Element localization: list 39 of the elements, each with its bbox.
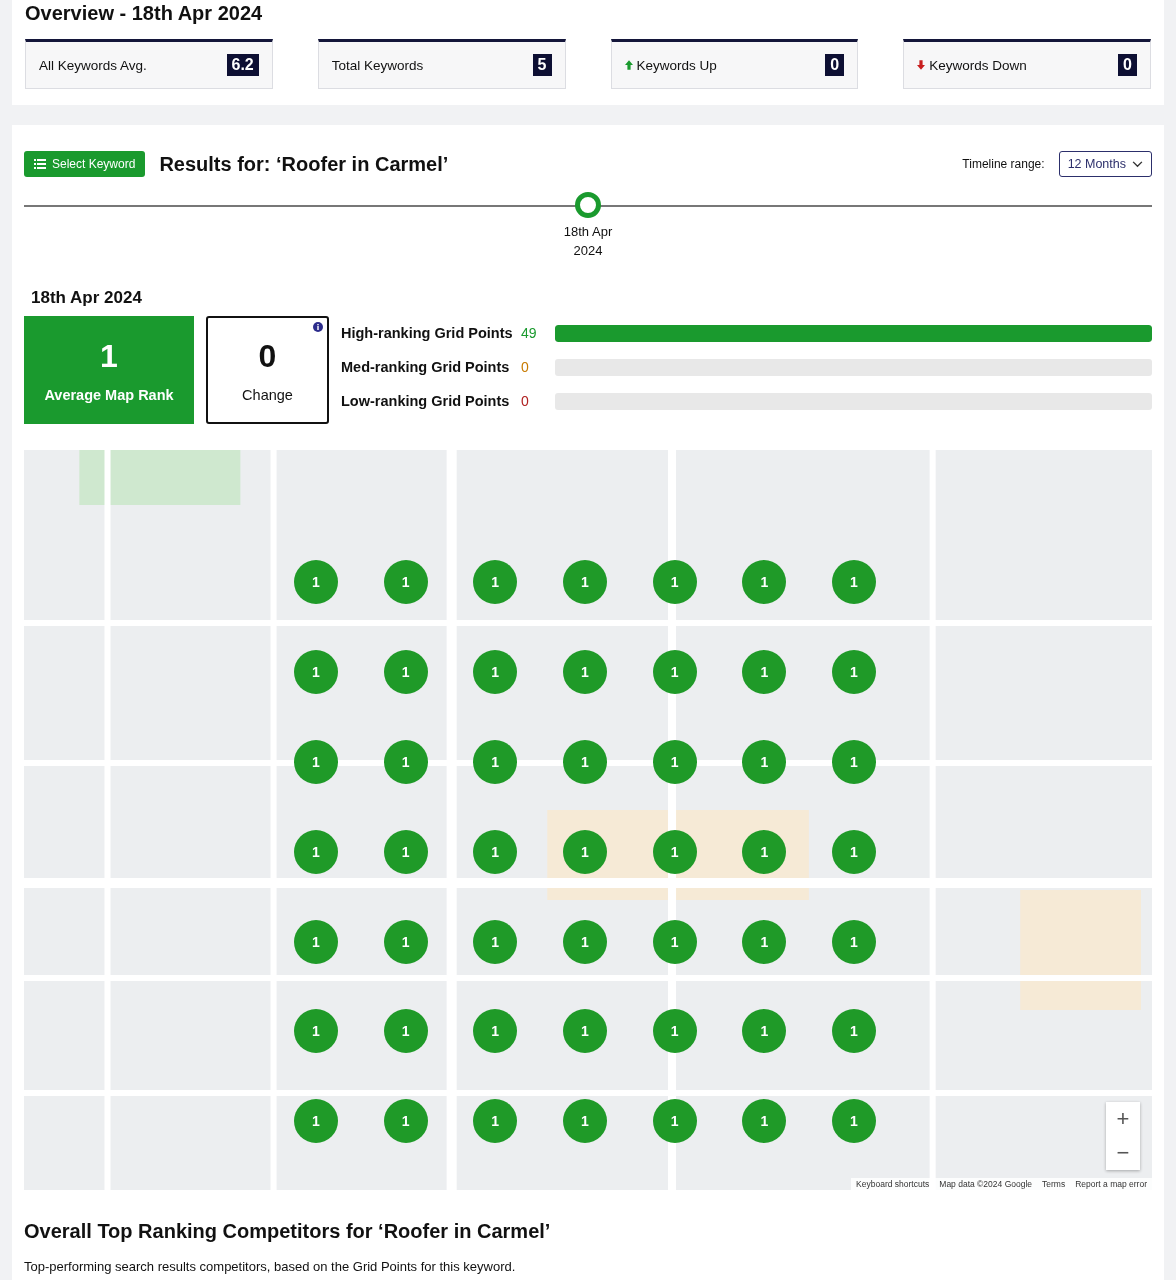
- map-attribution-link[interactable]: Keyboard shortcuts: [856, 1179, 930, 1189]
- stat-label: Total Keywords: [331, 57, 425, 73]
- timeline-range-dropdown[interactable]: 12 Months: [1058, 151, 1152, 177]
- results-title: Results for: ‘Roofer in Carmel’: [159, 152, 450, 176]
- stat-value: 5: [532, 54, 552, 76]
- grid-points-label: Low-ranking Grid Points: [341, 393, 511, 409]
- timeline-point[interactable]: [575, 192, 601, 218]
- up-arrow-icon: [624, 60, 633, 70]
- competitors-title: Overall Top Ranking Competitors for ‘Roofer in Carmel’: [24, 1220, 552, 1243]
- timeline-date: 18th Apr 2024: [562, 223, 614, 260]
- stat-label: All Keywords Avg.: [39, 57, 148, 73]
- grid-points-count: 0: [521, 359, 530, 375]
- change-value: 0: [258, 337, 277, 375]
- stat-value: 0: [1118, 54, 1137, 76]
- summary-date: 18th Apr 2024: [31, 288, 143, 308]
- stat-value: 0: [825, 54, 845, 76]
- map-attribution-link[interactable]: Map data ©2024 Google: [939, 1179, 1033, 1189]
- timeline-range-label: Timeline range:: [962, 157, 1045, 171]
- overview-title: Overview - 18th Apr 2024: [25, 2, 264, 25]
- chevron-down-icon: [1132, 160, 1143, 168]
- grid-points-count: 0: [521, 393, 530, 409]
- grid-points-label: High-ranking Grid Points: [341, 325, 514, 341]
- down-arrow-icon: [917, 60, 926, 70]
- stat-label: Keywords Up: [636, 57, 718, 73]
- change-label: Change: [242, 386, 293, 403]
- average-rank-label: Average Map Rank: [44, 386, 174, 403]
- grid-points-count: 49: [521, 325, 538, 341]
- map-attribution-link[interactable]: Report a map error: [1075, 1179, 1147, 1189]
- stat-value: 6.2: [226, 54, 259, 76]
- info-icon[interactable]: [313, 322, 323, 332]
- select-keyword-button[interactable]: Select Keyword: [24, 151, 146, 177]
- average-rank-value: 1: [100, 337, 118, 375]
- map-attribution-link[interactable]: Terms: [1042, 1179, 1066, 1189]
- grid-points-label: Med-ranking Grid Points: [341, 359, 511, 375]
- competitors-subtitle: Top-performing search results competitors, based on the Grid Points for this keyword.: [24, 1259, 517, 1274]
- zoom-in-button[interactable]: +: [1106, 1102, 1140, 1136]
- zoom-out-button[interactable]: −: [1106, 1136, 1140, 1170]
- stat-label: Keywords Down: [929, 57, 1028, 73]
- list-icon: [34, 159, 46, 169]
